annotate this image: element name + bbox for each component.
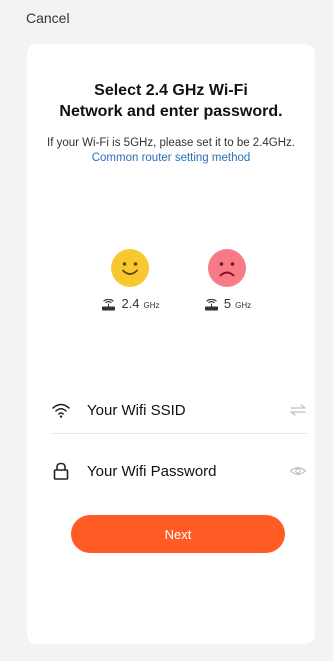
password-input[interactable]	[87, 462, 289, 480]
title-line-1: Select 2.4 GHz Wi-Fi	[94, 82, 248, 99]
instruction-message: If your Wi-Fi is 5GHz, please set it to …	[47, 137, 295, 149]
eye-icon[interactable]	[289, 464, 307, 478]
wifi-setup-screen: Cancel Select 2.4 GHz Wi-Fi Network and …	[0, 0, 333, 661]
happy-face-icon	[111, 249, 149, 287]
router-icon	[204, 299, 218, 311]
password-row	[51, 448, 307, 494]
ssid-input[interactable]	[87, 401, 289, 419]
lock-icon	[53, 462, 69, 480]
wifi-setup-card: Select 2.4 GHz Wi-Fi Network and enter p…	[27, 44, 315, 644]
band-label-2-4ghz: 2.4 GHz	[100, 297, 160, 311]
band-5ghz: 5 GHz	[197, 249, 257, 311]
next-button[interactable]: Next	[71, 515, 285, 553]
router-setting-link[interactable]: Common router setting method	[92, 152, 251, 164]
band-number: 5	[223, 296, 232, 311]
band-unit: GHz	[235, 301, 252, 310]
band-label-5ghz: 5 GHz	[197, 297, 257, 311]
band-unit: GHz	[143, 301, 160, 310]
title-line-2: Network and enter password.	[59, 103, 283, 120]
sad-face-icon	[208, 249, 246, 287]
instruction-text: If your Wi-Fi is 5GHz, please set it to …	[45, 136, 297, 166]
wifi-icon	[52, 403, 70, 418]
cancel-button[interactable]: Cancel	[26, 10, 70, 26]
switch-arrows-icon[interactable]	[289, 403, 307, 417]
router-icon	[102, 299, 116, 311]
ssid-row	[51, 387, 307, 434]
band-2-4ghz: 2.4 GHz	[100, 249, 160, 311]
page-title: Select 2.4 GHz Wi-Fi Network and enter p…	[27, 80, 315, 122]
band-number: 2.4	[121, 296, 140, 311]
